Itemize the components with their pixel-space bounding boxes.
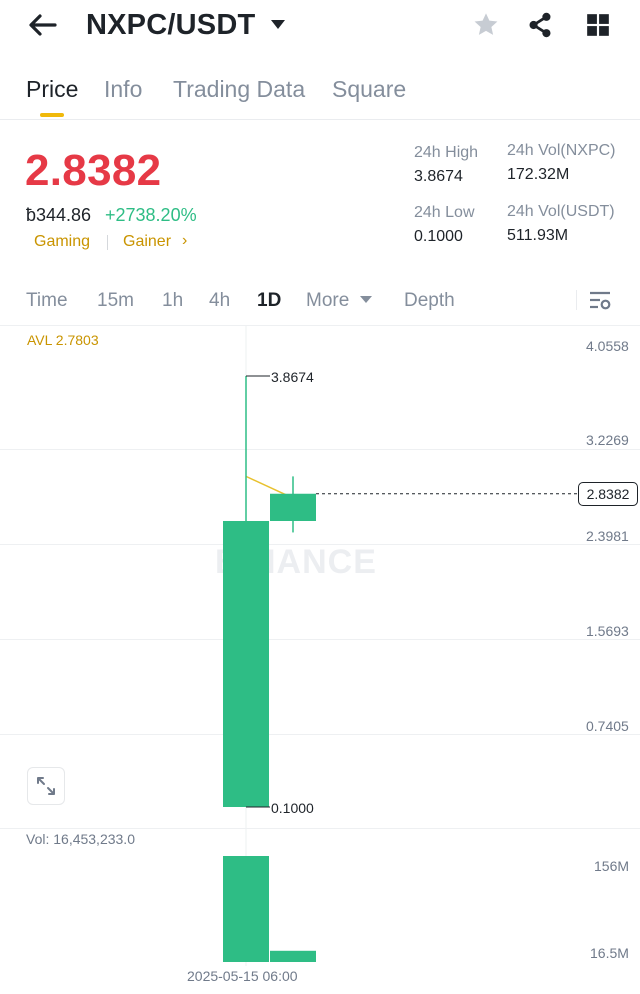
high-value: 3.8674: [414, 168, 463, 185]
current-price-tag: 2.8382: [578, 482, 638, 506]
chevron-right-icon[interactable]: ›: [182, 232, 187, 250]
volume-bar: [223, 856, 269, 962]
y-axis-tick: 0.7405: [586, 718, 629, 734]
tab-divider: [0, 119, 640, 120]
tab-trading-data[interactable]: Trading Data: [173, 76, 305, 103]
caret-down-icon[interactable]: [266, 13, 290, 35]
tab-active-indicator: [40, 113, 64, 117]
tag-gaming[interactable]: Gaming: [34, 233, 90, 251]
share-icon[interactable]: [524, 9, 556, 41]
tag-divider: [107, 235, 108, 250]
high-price-label: 3.8674: [271, 369, 314, 385]
tab-info[interactable]: Info: [104, 76, 142, 103]
vol-base-value: 172.32M: [507, 166, 570, 183]
high-label: 24h High: [414, 144, 479, 161]
low-value: 0.1000: [414, 228, 463, 245]
tab-square[interactable]: Square: [332, 76, 406, 103]
fiat-price: ƀ344.86: [26, 205, 92, 225]
interval-time[interactable]: Time: [26, 290, 68, 312]
candle-body: [223, 520, 269, 807]
interval-4h[interactable]: 4h: [209, 290, 230, 312]
interval-divider: [576, 290, 577, 310]
interval-depth[interactable]: Depth: [404, 290, 455, 312]
vol-base-label: 24h Vol(NXPC): [507, 142, 616, 159]
interval-1d[interactable]: 1D: [257, 290, 281, 312]
vol-quote-label: 24h Vol(USDT): [507, 203, 615, 220]
expand-icon[interactable]: [27, 767, 65, 805]
tab-price[interactable]: Price: [26, 76, 78, 103]
y-axis-tick: 1.5693: [586, 623, 629, 639]
avl-label: AVL 2.7803: [27, 332, 99, 348]
caret-down-icon[interactable]: [358, 292, 374, 308]
volume-label: Vol: 16,453,233.0: [26, 831, 135, 847]
change-percent: +2738.20%: [105, 205, 197, 225]
x-axis-time-label: 2025-05-15 06:00: [187, 968, 298, 984]
interval-15m[interactable]: 15m: [97, 290, 134, 312]
last-price: 2.8382: [25, 146, 162, 195]
low-label: 24h Low: [414, 204, 475, 221]
volume-bar: [270, 950, 316, 962]
y-axis-tick: 3.2269: [586, 432, 629, 448]
back-arrow-icon[interactable]: [24, 10, 60, 40]
candlestick-chart[interactable]: [0, 326, 640, 986]
tag-gainer[interactable]: Gainer: [123, 233, 171, 251]
low-price-label: 0.1000: [271, 800, 314, 816]
y-axis-tick: 2.3981: [586, 528, 629, 544]
interval-1h[interactable]: 1h: [162, 290, 183, 312]
interval-more[interactable]: More: [306, 290, 349, 312]
vol-quote-value: 511.93M: [507, 227, 569, 244]
chart-settings-icon[interactable]: [587, 288, 613, 314]
volume-axis-tick: 156M: [594, 858, 630, 874]
star-icon[interactable]: [470, 9, 502, 41]
candle-body: [270, 493, 316, 521]
pair-title[interactable]: NXPC/USDT: [86, 9, 255, 42]
volume-axis-tick: 16.5M: [590, 945, 629, 961]
grid-icon[interactable]: [582, 9, 614, 41]
y-axis-tick: 4.0558: [586, 338, 629, 354]
